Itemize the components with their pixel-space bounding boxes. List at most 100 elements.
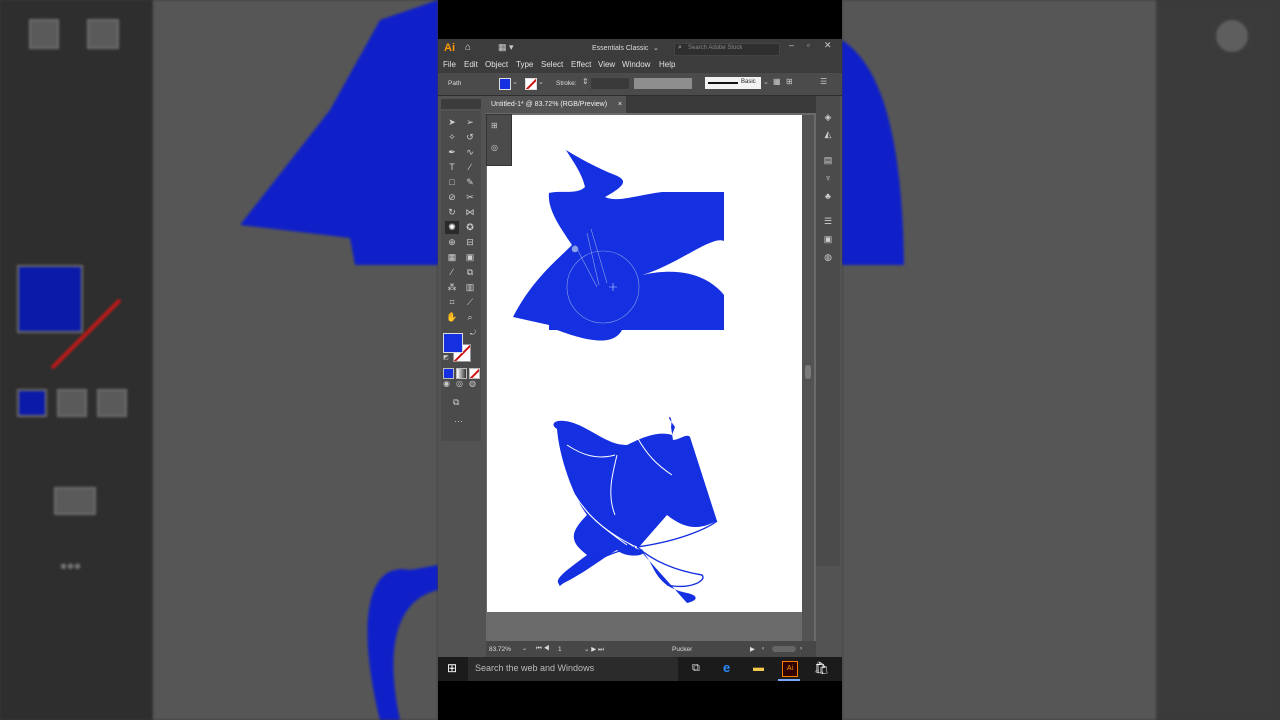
menu-window[interactable]: Window [622, 60, 650, 69]
color-guide-icon[interactable]: ▤ [821, 153, 835, 167]
close-window-icon[interactable]: ✕ [824, 40, 832, 51]
swap-colors-icon[interactable]: ⤾ [470, 330, 476, 338]
default-colors-icon[interactable]: ◩ [443, 354, 449, 361]
mesh-icon[interactable]: ▦ [445, 251, 459, 264]
slice-icon[interactable]: ⟋ [463, 296, 477, 309]
brushes-icon[interactable]: ♆ [821, 171, 835, 185]
layers-icon[interactable]: ◭ [821, 127, 835, 141]
fill-color-box[interactable] [443, 333, 463, 353]
transparency-icon[interactable]: ◍ [821, 250, 835, 264]
menu-edit[interactable]: Edit [464, 60, 478, 69]
file-explorer-icon[interactable]: ▬ [753, 662, 764, 674]
scroll-thumb[interactable] [805, 365, 811, 379]
pen-icon[interactable]: ✒ [445, 146, 459, 159]
zoom-chevron-icon[interactable]: ⌄ [522, 645, 527, 652]
none-mode-icon[interactable] [469, 368, 480, 379]
perspective-icon[interactable]: ⊟ [463, 236, 477, 249]
menu-view[interactable]: View [598, 60, 615, 69]
windows-start-icon[interactable]: ⊞ [447, 661, 457, 675]
gradient-panel-icon[interactable]: ▣ [821, 232, 835, 246]
status-menu-icon[interactable]: ▶ [750, 645, 755, 653]
width-icon[interactable]: ⋈ [463, 206, 477, 219]
artboard-icon[interactable]: ⌗ [445, 296, 459, 309]
control-menu-icon[interactable]: ☰ [820, 77, 827, 86]
properties-icon[interactable]: ◈ [821, 110, 835, 124]
variable-width-profile[interactable] [634, 78, 692, 89]
brush-definition[interactable]: Basic [705, 77, 761, 89]
fill-swatch[interactable] [499, 78, 511, 90]
hscroll-right-icon[interactable]: › [800, 645, 802, 652]
curvature-icon[interactable]: ∿ [463, 146, 477, 159]
zoom-icon[interactable]: ⌕ [463, 311, 477, 324]
menu-file[interactable]: File [443, 60, 456, 69]
gradient-mode-icon[interactable] [456, 368, 467, 379]
screen-mode-icon[interactable]: ⧉ [453, 397, 459, 408]
task-view-icon[interactable]: ⧉ [692, 662, 700, 675]
shape-builder-icon[interactable]: ⊕ [445, 236, 459, 249]
fill-chevron-icon[interactable]: ⌄ [512, 78, 518, 86]
draw-normal-icon[interactable]: ◉ [443, 379, 450, 388]
workspace-chevron-icon[interactable]: ⌄ [653, 44, 659, 52]
menu-help[interactable]: Help [659, 60, 675, 69]
pucker-icon[interactable]: ✺ [445, 221, 459, 234]
menu-type[interactable]: Type [516, 60, 533, 69]
stroke-swatch[interactable] [525, 78, 537, 90]
artboard-number[interactable]: 1 [558, 646, 562, 653]
stroke-panel-icon[interactable]: ☰ [821, 214, 835, 228]
stroke-chevron-icon[interactable]: ⌄ [538, 78, 544, 86]
rectangle-icon[interactable]: □ [445, 176, 459, 189]
draw-behind-icon[interactable]: ◎ [456, 379, 463, 388]
stock-search-box[interactable]: ⌕ Search Adobe Stock [674, 43, 780, 56]
lasso-icon[interactable]: ↺ [463, 131, 477, 144]
paintbrush-icon[interactable]: ✎ [463, 176, 477, 189]
transform-icon[interactable]: ⊞ [786, 77, 793, 86]
symbol-sprayer-icon[interactable]: ⁂ [445, 281, 459, 294]
stroke-weight-field[interactable] [591, 78, 629, 89]
zoom-level[interactable]: 83.72% [489, 646, 511, 653]
maximize-icon[interactable]: ▫ [807, 41, 810, 50]
edit-toolbar-icon[interactable]: ··· [454, 416, 463, 426]
rotate-icon[interactable]: ↻ [445, 206, 459, 219]
artboard-nav-next-icon[interactable]: ⌄ ▶ ⏭ [584, 645, 604, 654]
graph-icon[interactable]: ▥ [463, 281, 477, 294]
store-icon[interactable]: 🛍 [814, 661, 829, 675]
home-icon[interactable]: ⌂ [465, 42, 471, 53]
symbols-icon[interactable]: ♣ [821, 189, 835, 203]
edge-icon[interactable]: e [723, 660, 730, 675]
puppet-warp-icon[interactable]: ✪ [463, 221, 477, 234]
libraries-icon[interactable]: ⊞ [491, 121, 498, 130]
hand-icon[interactable]: ✋ [445, 311, 459, 324]
toolbox-header [441, 99, 481, 109]
magic-wand-icon[interactable]: ✧ [445, 131, 459, 144]
color-mode-icon[interactable] [443, 368, 454, 379]
type-icon[interactable]: T [445, 161, 459, 174]
gradient-icon[interactable]: ▣ [463, 251, 477, 264]
artboard-nav-icon[interactable]: ⏮ ◀ [536, 645, 549, 653]
brush-chevron-icon[interactable]: ⌄ [763, 78, 769, 86]
minimize-icon[interactable]: – [789, 40, 794, 50]
vertical-scrollbar[interactable] [802, 115, 814, 641]
align-icon[interactable]: ▦ [773, 77, 781, 86]
artboard[interactable] [487, 115, 802, 612]
horizontal-scroll-thumb[interactable] [772, 646, 796, 652]
draw-inside-icon[interactable]: ◍ [469, 379, 476, 388]
close-tab-icon[interactable]: × [618, 96, 622, 113]
blend-icon[interactable]: ⧉ [463, 266, 477, 279]
menu-effect[interactable]: Effect [571, 60, 591, 69]
assets-icon[interactable]: ◎ [491, 143, 498, 152]
line-icon[interactable]: ∕ [463, 161, 477, 174]
illustrator-taskbar-icon[interactable]: Ai [782, 661, 798, 677]
menu-object[interactable]: Object [485, 60, 508, 69]
eyedropper-icon[interactable]: ⁄ [445, 266, 459, 279]
direct-selection-icon[interactable]: ➢ [463, 116, 477, 129]
stroke-weight-stepper[interactable]: ⇕ [582, 77, 589, 86]
selection-icon[interactable]: ➤ [445, 116, 459, 129]
hscroll-left-icon[interactable]: ‹ [762, 645, 764, 652]
arrange-documents-icon[interactable]: ▦ ▾ [498, 42, 514, 53]
scissors-icon[interactable]: ✂ [463, 191, 477, 204]
menu-select[interactable]: Select [541, 60, 563, 69]
taskbar-search-box[interactable]: Search the web and Windows [468, 657, 678, 681]
shaper-icon[interactable]: ⊘ [445, 191, 459, 204]
document-tab[interactable]: Untitled-1* @ 83.72% (RGB/Preview) × [486, 96, 626, 113]
workspace-switcher[interactable]: Essentials Classic [592, 45, 648, 52]
